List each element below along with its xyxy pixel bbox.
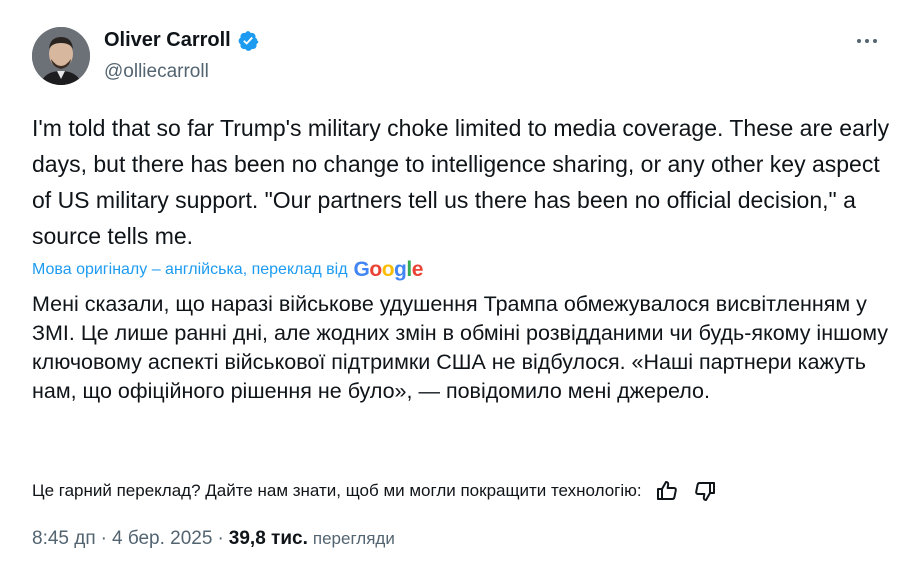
author-handle[interactable]: @olliecarroll bbox=[104, 61, 209, 83]
translation-feedback: Це гарний переклад? Дайте нам знати, щоб… bbox=[32, 478, 718, 504]
author-name-row: Oliver Carroll bbox=[104, 29, 259, 52]
tweet-meta: 8:45 дп · 4 бер. 2025 · 39,8 тис. перегл… bbox=[32, 528, 395, 550]
translation-note-text: Мова оригіналу – англійська, переклад ві… bbox=[32, 261, 348, 278]
thumbs-down-icon[interactable] bbox=[692, 478, 718, 504]
views-label: перегляди bbox=[312, 529, 395, 548]
meta-separator-2: · bbox=[217, 528, 224, 549]
tweet-text: I'm told that so far Trump's military ch… bbox=[32, 115, 890, 249]
tweet-time[interactable]: 8:45 дп bbox=[32, 528, 96, 550]
author-display-name[interactable]: Oliver Carroll bbox=[104, 29, 231, 52]
meta-separator: · bbox=[100, 528, 107, 549]
translated-text: Мені сказали, що наразі військове удушен… bbox=[32, 292, 889, 403]
feedback-prompt: Це гарний переклад? Дайте нам знати, щоб… bbox=[32, 481, 642, 500]
thumbs-up-icon[interactable] bbox=[654, 478, 680, 504]
avatar[interactable] bbox=[32, 27, 90, 85]
google-logo: Google bbox=[353, 258, 424, 281]
views-count: 39,8 тис. bbox=[228, 528, 308, 549]
more-options-icon[interactable] bbox=[850, 26, 884, 56]
tweet-date[interactable]: 4 бер. 2025 bbox=[112, 528, 212, 550]
verified-badge-icon bbox=[237, 30, 259, 52]
translation-attribution[interactable]: Мова оригіналу – англійська, переклад ві… bbox=[32, 258, 423, 282]
tweet-card: Oliver Carroll @olliecarroll I'm told th… bbox=[0, 0, 915, 567]
